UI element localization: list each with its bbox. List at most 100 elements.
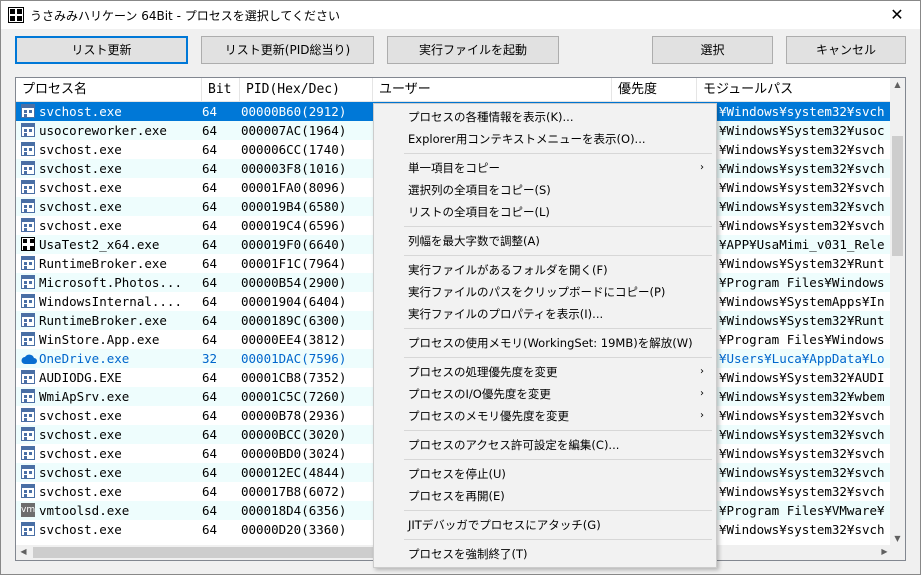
- process-name-cell: RuntimeBroker.exe: [39, 256, 167, 271]
- generic-process-icon: [21, 199, 35, 213]
- generic-process-icon: [21, 313, 35, 327]
- bit-cell: 64: [202, 484, 218, 499]
- context-menu-item[interactable]: プロセスのアクセス許可設定を編集(C)...: [374, 434, 716, 456]
- menu-item-label: プロセスを強制終了(T): [408, 547, 528, 561]
- context-menu-item[interactable]: プロセスのI/O優先度を変更 ›: [374, 383, 716, 405]
- module-path-cell: ¥Windows¥system32¥svch: [719, 180, 885, 195]
- column-header-pid[interactable]: PID(Hex/Dec): [240, 78, 373, 102]
- process-name-cell: Microsoft.Photos...: [39, 275, 182, 290]
- bit-cell: 64: [202, 294, 218, 309]
- column-header-module-path[interactable]: モジュールパス: [697, 78, 892, 102]
- bit-cell: 64: [202, 389, 218, 404]
- list-header: プロセス名 Bit PID(Hex/Dec) ユーザー 優先度 モジュールパス: [16, 78, 892, 102]
- context-menu-item[interactable]: Explorer用コンテキストメニューを表示(O)...: [374, 128, 716, 150]
- pid-cell: 000007AC(1964): [241, 123, 347, 138]
- context-menu-item[interactable]: JITデバッガでプロセスにアタッチ(G): [374, 514, 716, 536]
- process-name-cell: WmiApSrv.exe: [39, 389, 130, 404]
- module-path-cell: ¥Windows¥SystemApps¥In: [719, 294, 885, 309]
- bit-cell: 64: [202, 332, 218, 347]
- bit-cell: 64: [202, 408, 218, 423]
- column-header-bit[interactable]: Bit: [202, 78, 240, 102]
- context-menu-item[interactable]: 実行ファイルのプロパティを表示(I)...: [374, 303, 716, 325]
- process-name-cell: vmtoolsd.exe: [39, 503, 130, 518]
- pid-cell: 00000B54(2900): [241, 275, 347, 290]
- pid-cell: 00000BD0(3024): [241, 446, 347, 461]
- module-path-cell: ¥Program Files¥VMware¥: [719, 503, 885, 518]
- module-path-cell: ¥Windows¥System32¥AUDI: [719, 370, 885, 385]
- menu-separator: [404, 510, 712, 511]
- bit-cell: 64: [202, 370, 218, 385]
- menu-separator: [404, 539, 712, 540]
- bit-cell: 64: [202, 275, 218, 290]
- process-name-cell: AUDIODG.EXE: [39, 370, 122, 385]
- close-icon[interactable]: ✕: [874, 1, 920, 29]
- bit-cell: 64: [202, 142, 218, 157]
- context-menu-item[interactable]: プロセスのメモリ優先度を変更 ›: [374, 405, 716, 427]
- column-header-user[interactable]: ユーザー: [373, 78, 612, 102]
- process-name-cell: svchost.exe: [39, 142, 122, 157]
- context-menu-item[interactable]: 単一項目をコピー ›: [374, 157, 716, 179]
- process-name-cell: usocoreworker.exe: [39, 123, 167, 138]
- bit-cell: 64: [202, 161, 218, 176]
- pid-cell: 00000EE4(3812): [241, 332, 347, 347]
- context-menu-item[interactable]: 列幅を最大字数で調整(A): [374, 230, 716, 252]
- submenu-arrow-icon: ›: [700, 410, 704, 421]
- pid-cell: 000019B4(6580): [241, 199, 347, 214]
- context-menu-item[interactable]: プロセスの使用メモリ(WorkingSet: 19MB)を解放(W): [374, 332, 716, 354]
- menu-separator: [404, 430, 712, 431]
- context-menu-item[interactable]: プロセスを再開(E): [374, 485, 716, 507]
- generic-process-icon: [21, 484, 35, 498]
- scroll-up-icon[interactable]: ▲: [890, 80, 905, 89]
- generic-process-icon: [21, 408, 35, 422]
- menu-separator: [404, 153, 712, 154]
- menu-item-label: プロセスのアクセス許可設定を編集(C)...: [408, 438, 620, 452]
- context-menu-item[interactable]: プロセスを強制終了(T): [374, 543, 716, 565]
- context-menu-item[interactable]: 実行ファイルがあるフォルダを開く(F): [374, 259, 716, 281]
- process-name-cell: svchost.exe: [39, 484, 122, 499]
- scroll-right-icon[interactable]: ▶: [877, 547, 892, 556]
- pid-cell: 00001CB8(7352): [241, 370, 347, 385]
- generic-process-icon: [21, 161, 35, 175]
- launch-executable-button[interactable]: 実行ファイルを起動: [387, 36, 559, 64]
- generic-process-icon: [21, 218, 35, 232]
- module-path-cell: ¥Windows¥system32¥wbem: [719, 389, 885, 404]
- context-menu-item[interactable]: リストの全項目をコピー(L): [374, 201, 716, 223]
- menu-item-label: プロセスの各種情報を表示(K)...: [408, 110, 574, 124]
- column-header-process-name[interactable]: プロセス名: [16, 78, 202, 102]
- generic-process-icon: [21, 104, 35, 118]
- menu-item-label: プロセスの処理優先度を変更: [408, 365, 558, 379]
- module-path-cell: ¥Program Files¥Windows: [719, 332, 885, 347]
- select-button[interactable]: 選択: [652, 36, 773, 64]
- usamimi-app-icon: [21, 237, 35, 251]
- module-path-cell: ¥Windows¥system32¥svch: [719, 446, 885, 461]
- process-name-cell: OneDrive.exe: [39, 351, 130, 366]
- module-path-cell: ¥Users¥Luca¥AppData¥Lo: [719, 351, 885, 366]
- context-menu-item[interactable]: プロセスの処理優先度を変更 ›: [374, 361, 716, 383]
- process-name-cell: svchost.exe: [39, 161, 122, 176]
- refresh-button[interactable]: リスト更新: [15, 36, 188, 64]
- context-menu-item[interactable]: プロセスの各種情報を表示(K)...: [374, 106, 716, 128]
- module-path-cell: ¥Windows¥system32¥svch: [719, 199, 885, 214]
- menu-separator: [404, 328, 712, 329]
- column-header-priority[interactable]: 優先度: [612, 78, 697, 102]
- module-path-cell: ¥Windows¥system32¥svch: [719, 218, 885, 233]
- context-menu-item[interactable]: 選択列の全項目をコピー(S): [374, 179, 716, 201]
- vertical-scroll-thumb[interactable]: [892, 136, 903, 256]
- refresh-pid-button[interactable]: リスト更新(PID総当り): [201, 36, 374, 64]
- menu-item-label: プロセスの使用メモリ(WorkingSet: 19MB)を解放(W): [408, 336, 693, 350]
- scroll-left-icon[interactable]: ◀: [16, 547, 31, 556]
- vertical-scrollbar[interactable]: ▲ ▼: [890, 78, 905, 560]
- scroll-down-icon[interactable]: ▼: [890, 534, 905, 543]
- generic-process-icon: [21, 370, 35, 384]
- cancel-button[interactable]: キャンセル: [786, 36, 906, 64]
- generic-process-icon: [21, 332, 35, 346]
- vmware-icon: vm: [21, 503, 36, 517]
- module-path-cell: ¥Windows¥system32¥svch: [719, 522, 885, 537]
- module-path-cell: ¥Windows¥system32¥svch: [719, 484, 885, 499]
- context-menu-item[interactable]: プロセスを停止(U): [374, 463, 716, 485]
- generic-process-icon: [21, 256, 35, 270]
- onedrive-cloud-icon: [21, 351, 37, 365]
- context-menu-item[interactable]: 実行ファイルのパスをクリップボードにコピー(P): [374, 281, 716, 303]
- generic-process-icon: [21, 465, 35, 479]
- menu-item-label: プロセスのI/O優先度を変更: [408, 387, 551, 401]
